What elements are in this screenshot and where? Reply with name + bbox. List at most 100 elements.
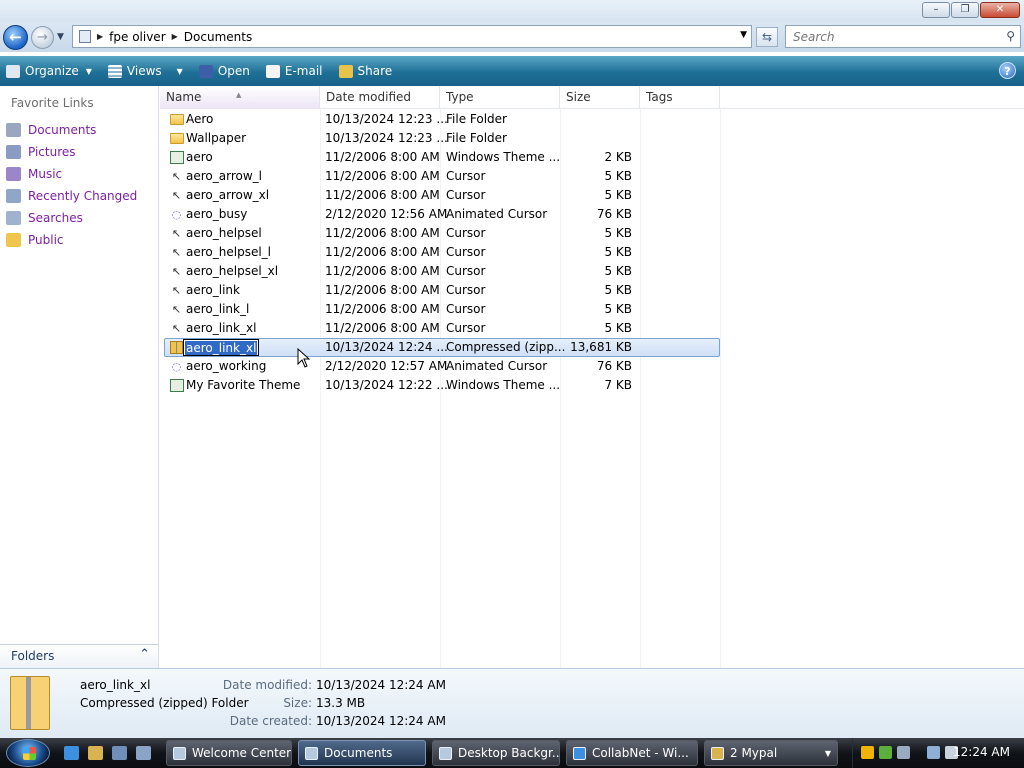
fav-public[interactable]: Public [6, 229, 137, 251]
email-button[interactable]: E-mail [265, 64, 323, 78]
fav-recently-changed[interactable]: Recently Changed [6, 185, 137, 207]
column-size[interactable]: Size [560, 86, 640, 109]
file-date-modified: 11/2/2006 8:00 AM [325, 226, 440, 240]
public-folder-icon [6, 233, 21, 247]
file-size: 5 KB [604, 321, 632, 335]
internet-explorer-icon[interactable] [64, 746, 79, 760]
column-date-modified[interactable]: Date modified [320, 86, 440, 109]
task-mypal-group[interactable]: 2 Mypal ▼ [704, 740, 838, 766]
open-icon [198, 64, 213, 78]
file-row[interactable]: Aero 10/13/2024 12:23 ... File Folder [160, 110, 1024, 129]
cursor-file-icon: ↖ [171, 227, 182, 240]
views-button[interactable]: Views ▼ [107, 64, 183, 78]
file-row[interactable]: ↖ aero_helpsel_xl 11/2/2006 8:00 AM Cursor 5… [160, 262, 1024, 281]
file-row[interactable]: aero_link_xl 10/13/2024 12:24 ... Compress… [160, 338, 1024, 357]
task-label: Welcome Center [192, 746, 292, 760]
task-collabnet[interactable]: CollabNet - Wi... [566, 740, 698, 766]
file-type: Cursor [446, 226, 486, 240]
fav-label: Recently Changed [28, 189, 138, 203]
switch-windows-icon[interactable] [136, 746, 151, 760]
title-bar: – ❐ ✕ [0, 0, 1024, 22]
help-button[interactable]: ? [999, 62, 1016, 79]
mypal-icon [711, 746, 724, 760]
column-type[interactable]: Type [440, 86, 560, 109]
search-icon[interactable]: ⚲ [1006, 29, 1015, 43]
rename-input[interactable]: aero_link_xl [183, 339, 259, 356]
clock[interactable]: 12:24 AM [953, 745, 1010, 759]
mouse-pointer-icon [297, 348, 311, 368]
windows-defender-icon[interactable] [879, 746, 892, 759]
start-button[interactable] [6, 739, 50, 767]
address-row: ← → ▼ ▶ fpe oliver ▶ Documents ▼ ⇆ ⚲ [0, 22, 1024, 52]
file-name: aero [186, 150, 213, 164]
address-dropdown-icon[interactable]: ▼ [740, 30, 747, 40]
column-label: Size [566, 90, 591, 104]
favorite-links-list: Documents Pictures Music Recently Change… [6, 119, 137, 251]
mypal-icon[interactable] [88, 746, 103, 760]
search-box[interactable]: ⚲ [785, 25, 1021, 48]
security-alert-icon[interactable] [861, 746, 874, 759]
cursor-file-icon: ↖ [171, 246, 182, 259]
forward-button[interactable]: → [31, 26, 54, 49]
file-row[interactable]: ↖ aero_arrow_xl 11/2/2006 8:00 AM Cursor 5 K… [160, 186, 1024, 205]
file-icon-cell: ↖ [169, 188, 184, 203]
breadcrumb-documents[interactable]: Documents [184, 30, 252, 44]
file-row[interactable]: ↖ aero_link 11/2/2006 8:00 AM Cursor 5 KB [160, 281, 1024, 300]
fav-label: Searches [28, 211, 83, 225]
task-documents[interactable]: Documents [298, 740, 426, 766]
breadcrumb-separator-icon[interactable]: ▶ [172, 32, 178, 41]
close-button[interactable]: ✕ [980, 2, 1020, 18]
file-type: Cursor [446, 245, 486, 259]
file-row[interactable]: aero 11/2/2006 8:00 AM Windows Theme ... 2 … [160, 148, 1024, 167]
fav-documents[interactable]: Documents [6, 119, 137, 141]
file-row[interactable]: ◌ aero_busy 2/12/2020 12:56 AM Animated Cur… [160, 205, 1024, 224]
fav-searches[interactable]: Searches [6, 207, 137, 229]
network-icon[interactable] [927, 746, 940, 759]
maximize-button[interactable]: ❐ [951, 2, 979, 18]
file-name: aero_link [186, 283, 240, 297]
search-input[interactable] [791, 27, 991, 47]
file-name: Aero [186, 112, 214, 126]
back-button[interactable]: ← [3, 25, 28, 50]
task-desktop-background[interactable]: Desktop Backgr... [432, 740, 560, 766]
breadcrumb-separator-icon[interactable]: ▶ [97, 32, 103, 41]
network-status-icon[interactable] [897, 746, 910, 759]
documents-icon [6, 123, 21, 137]
file-row[interactable]: ↖ aero_link_l 11/2/2006 8:00 AM Cursor 5 KB [160, 300, 1024, 319]
task-welcome-center[interactable]: Welcome Center [166, 740, 292, 766]
fav-music[interactable]: Music [6, 163, 137, 185]
share-button[interactable]: Share [338, 64, 392, 78]
column-name[interactable]: ▲ Name [160, 86, 320, 109]
share-icon [338, 64, 353, 78]
folder-icon [169, 133, 184, 144]
zip-folder-icon [10, 676, 50, 730]
file-row[interactable]: ◌ aero_working 2/12/2020 12:57 AM Animated … [160, 357, 1024, 376]
fav-pictures[interactable]: Pictures [6, 141, 137, 163]
open-button[interactable]: Open [198, 64, 250, 78]
refresh-button[interactable]: ⇆ [756, 27, 778, 47]
file-icon-cell: ◌ [169, 207, 184, 222]
file-icon-cell [169, 112, 184, 127]
file-row[interactable]: ↖ aero_helpsel 11/2/2006 8:00 AM Cursor 5 KB [160, 224, 1024, 243]
breadcrumb-fpe-oliver[interactable]: fpe oliver [109, 30, 165, 44]
file-date-modified: 11/2/2006 8:00 AM [325, 321, 440, 335]
file-row[interactable]: ↖ aero_link_xl 11/2/2006 8:00 AM Cursor 5 KB [160, 319, 1024, 338]
recent-pages-dropdown-icon[interactable]: ▼ [57, 32, 64, 42]
file-row[interactable]: ↖ aero_arrow_l 11/2/2006 8:00 AM Cursor 5 KB [160, 167, 1024, 186]
file-row[interactable]: Wallpaper 10/13/2024 12:23 ... File Folder [160, 129, 1024, 148]
folders-toggle[interactable]: Folders ⌃ [0, 644, 158, 668]
file-size: 76 KB [596, 359, 632, 373]
column-tags[interactable]: Tags [640, 86, 720, 109]
organize-button[interactable]: Organize ▼ [6, 64, 92, 78]
file-type: Windows Theme ... [446, 150, 561, 164]
minimize-button[interactable]: – [922, 2, 950, 18]
column-label: Type [446, 90, 474, 104]
file-date-modified: 11/2/2006 8:00 AM [325, 169, 440, 183]
file-icon-cell [169, 131, 184, 146]
show-desktop-icon[interactable] [112, 746, 127, 760]
file-row[interactable]: ↖ aero_helpsel_l 11/2/2006 8:00 AM Cursor 5 … [160, 243, 1024, 262]
file-name: My Favorite Theme [186, 378, 301, 392]
file-row[interactable]: My Favorite Theme 10/13/2024 12:22 ... Win… [160, 376, 1024, 395]
file-name: aero_busy [186, 207, 248, 221]
address-bar[interactable]: ▶ fpe oliver ▶ Documents ▼ [72, 25, 752, 48]
